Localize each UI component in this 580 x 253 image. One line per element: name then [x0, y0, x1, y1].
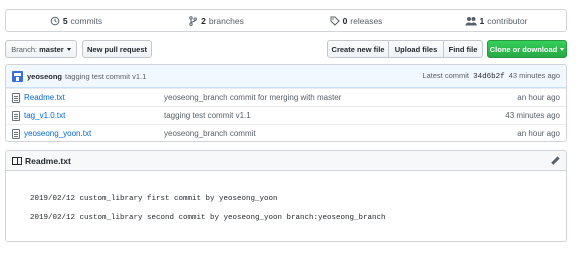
releases-label: releases — [350, 15, 383, 26]
branch-prefix: Branch: — [11, 44, 38, 54]
table-row: yeoseong_yoon.txt yeoseong_branch commit… — [6, 124, 566, 141]
chevron-down-icon — [66, 47, 71, 51]
file-age: an hour ago — [517, 129, 560, 138]
file-name-link[interactable]: tag_v1.0.txt — [24, 111, 164, 120]
commit-age: 43 minutes ago — [508, 71, 560, 80]
chevron-down-icon — [560, 47, 565, 51]
file-navigation-toolbar: Branch: master New pull request Create n… — [5, 40, 567, 58]
clone-or-download-button[interactable]: Clone or download — [487, 40, 567, 58]
table-row: tag_v1.0.txt tagging test commit v1.1 43… — [6, 106, 566, 124]
branches-label: branches — [208, 15, 244, 26]
readme-line: 2019/02/12 custom_library first commit b… — [30, 195, 278, 203]
tag-icon — [330, 16, 340, 26]
history-icon — [50, 16, 60, 26]
avatar[interactable] — [12, 70, 23, 82]
book-icon — [12, 156, 22, 165]
create-new-file-button[interactable]: Create new file — [327, 40, 389, 58]
branch-select-button[interactable]: Branch: master — [5, 40, 77, 58]
contributors-label: contributor — [487, 15, 528, 26]
file-icon — [12, 92, 20, 103]
upload-files-button[interactable]: Upload files — [388, 40, 444, 58]
file-icon — [12, 128, 20, 139]
latest-commit-info: Latest commit 34d6b2f 43 minutes ago — [422, 71, 560, 81]
commits-label: commits — [70, 15, 103, 26]
releases-link[interactable]: 0 releases — [286, 16, 426, 26]
readme-content: 2019/02/12 custom_library first commit b… — [6, 171, 566, 228]
repo-summary-bar: 5 commits 2 branches 0 releases 1 contri… — [5, 9, 567, 32]
file-age: an hour ago — [517, 93, 560, 102]
file-commit-message[interactable]: yeoseong_branch commit — [164, 129, 517, 138]
people-icon — [465, 16, 477, 26]
readme-title: Readme.txt — [25, 155, 71, 166]
branches-link[interactable]: 2 branches — [146, 16, 286, 26]
readme-header: Readme.txt — [6, 151, 566, 171]
latest-commit-prefix: Latest commit — [422, 71, 469, 80]
new-pull-request-button[interactable]: New pull request — [82, 40, 152, 58]
file-commit-message[interactable]: tagging test commit v1.1 — [164, 111, 505, 120]
latest-commit-bar: yeoseong tagging test commit v1.1 Latest… — [6, 65, 566, 88]
pencil-icon[interactable] — [550, 156, 560, 166]
commit-message[interactable]: tagging test commit v1.1 — [65, 72, 146, 81]
commit-author[interactable]: yeoseong — [27, 72, 62, 81]
clone-label: Clone or download — [489, 44, 558, 54]
file-name-link[interactable]: Readme.txt — [24, 93, 164, 102]
commit-sha[interactable]: 34d6b2f — [473, 73, 505, 81]
file-list: yeoseong tagging test commit v1.1 Latest… — [5, 64, 567, 142]
find-file-button[interactable]: Find file — [443, 40, 483, 58]
branches-count: 2 — [201, 15, 206, 26]
releases-count: 0 — [342, 15, 348, 26]
readme-panel: Readme.txt 2019/02/12 custom_library fir… — [5, 150, 567, 242]
file-name-link[interactable]: yeoseong_yoon.txt — [24, 129, 164, 138]
file-commit-message[interactable]: yeoseong_branch commit for merging with … — [164, 93, 517, 102]
contributors-link[interactable]: 1 contributor — [426, 16, 566, 26]
table-row: Readme.txt yeoseong_branch commit for me… — [6, 88, 566, 106]
branch-icon — [188, 15, 198, 26]
readme-line: 2019/02/12 custom_library second commit … — [30, 214, 386, 222]
commits-count: 5 — [62, 15, 68, 26]
file-icon — [12, 110, 20, 121]
commits-link[interactable]: 5 commits — [6, 16, 146, 26]
branch-name: master — [39, 44, 64, 54]
contributors-count: 1 — [479, 15, 485, 26]
file-age: 43 minutes ago — [505, 111, 560, 120]
